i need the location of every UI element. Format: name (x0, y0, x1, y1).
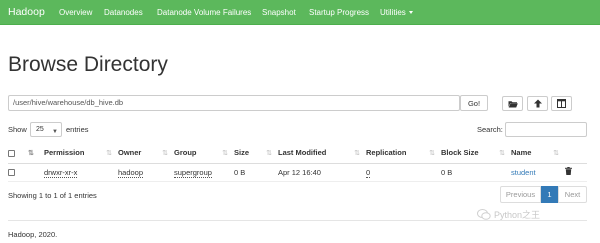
upload-files-button[interactable] (527, 96, 548, 111)
sort-icon: ⇅ (429, 150, 435, 157)
group-cell[interactable]: supergroup (174, 167, 212, 178)
nav-datanode-volume-failures[interactable]: Datanode Volume Failures (157, 0, 251, 25)
column-block-size-label: Block Size (441, 148, 479, 158)
permission-cell[interactable]: drwxr-xr-x (44, 167, 78, 178)
last-modified-cell: Apr 12 16:40 (278, 167, 321, 177)
column-replication-label: Replication (366, 148, 407, 158)
nav-utilities-label: Utilities (380, 8, 406, 17)
footer-text: Hadoop, 2020. (8, 230, 58, 239)
brand-link[interactable]: Hadoop (8, 0, 45, 25)
next-page-button[interactable]: Next (558, 186, 587, 203)
sort-icon: ⇅ (553, 150, 559, 157)
column-permission-label: Permission (44, 148, 85, 158)
go-button[interactable]: Go! (460, 95, 488, 111)
size-cell: 0 B (234, 167, 246, 177)
show-label: Show (8, 125, 27, 134)
column-group[interactable]: Group ⇅ (174, 143, 234, 164)
column-replication[interactable]: Replication ⇅ (366, 143, 441, 164)
sort-icon: ⇅ (354, 150, 360, 157)
select-all-checkbox[interactable] (8, 149, 15, 157)
column-owner-label: Owner (118, 148, 142, 158)
sort-icon: ⇅ (499, 150, 505, 157)
sort-icon: ⇅ (266, 150, 272, 157)
actions-header (565, 143, 587, 164)
name-link[interactable]: student (511, 168, 536, 177)
column-size-label: Size (234, 148, 250, 158)
wechat-icon (477, 209, 491, 220)
file-table: ⇅ Permission ⇅ Owner ⇅ Group ⇅ Size ⇅ Last M… (8, 143, 587, 182)
nav-startup-progress[interactable]: Startup Progress (309, 0, 369, 25)
upload-icon (533, 99, 542, 108)
nav-overview[interactable]: Overview (59, 0, 92, 25)
column-last-modified-label: Last Modified (278, 148, 327, 158)
row-checkbox[interactable] (8, 169, 15, 177)
owner-cell[interactable]: hadoop (118, 167, 144, 178)
entries-label: entries (66, 125, 89, 134)
column-name-label: Name (511, 148, 532, 158)
table-info: Showing 1 to 1 of 1 entries (8, 191, 97, 200)
search-label: Search: (477, 125, 503, 134)
folder-open-icon (508, 100, 518, 107)
create-directory-button[interactable] (502, 96, 523, 111)
column-name[interactable]: Name ⇅ (511, 143, 565, 164)
sort-header[interactable]: ⇅ (28, 143, 44, 164)
entries-per-page-select[interactable]: 25 ▼ (30, 122, 62, 137)
chevron-down-icon: ▼ (52, 129, 58, 135)
pagination: Previous 1 Next (500, 186, 587, 203)
column-group-label: Group (174, 148, 197, 158)
nav-datanodes[interactable]: Datanodes (104, 0, 143, 25)
sort-icon: ⇅ (222, 150, 228, 157)
column-size[interactable]: Size ⇅ (234, 143, 278, 164)
table-header-row: ⇅ Permission ⇅ Owner ⇅ Group ⇅ Size ⇅ Last M… (8, 143, 587, 164)
page-1-button[interactable]: 1 (541, 186, 558, 203)
block-size-cell: 0 B (441, 167, 453, 177)
entries-select-value: 25 (36, 126, 44, 133)
search-input[interactable] (505, 122, 587, 137)
footer-divider (8, 220, 587, 221)
directory-path-input[interactable]: /user/hive/warehouse/db_hive.db (8, 95, 460, 111)
table-row: drwxr-xr-x hadoop supergroup 0 B Apr 12 … (8, 163, 587, 182)
sort-icon: ⇅ (28, 150, 34, 158)
sort-icon: ⇅ (162, 150, 168, 157)
trash-icon[interactable] (565, 167, 572, 175)
column-block-size[interactable]: Block Size ⇅ (441, 143, 511, 164)
replication-cell[interactable]: 0 (366, 167, 371, 178)
caret-down-icon (408, 11, 413, 15)
nav-snapshot[interactable]: Snapshot (262, 0, 296, 25)
previous-page-button[interactable]: Previous (500, 186, 541, 203)
navbar: Hadoop Overview Datanodes Datanode Volum… (0, 0, 600, 25)
column-last-modified[interactable]: Last Modified ⇅ (278, 143, 366, 164)
column-permission[interactable]: Permission ⇅ (44, 143, 118, 164)
sort-icon: ⇅ (106, 150, 112, 157)
column-owner[interactable]: Owner ⇅ (118, 143, 174, 164)
cut-paste-button[interactable] (551, 96, 572, 111)
column-icon (557, 99, 566, 108)
select-all-header[interactable] (8, 143, 28, 164)
page-title: Browse Directory (8, 53, 168, 76)
nav-utilities-dropdown[interactable]: Utilities (380, 0, 413, 25)
